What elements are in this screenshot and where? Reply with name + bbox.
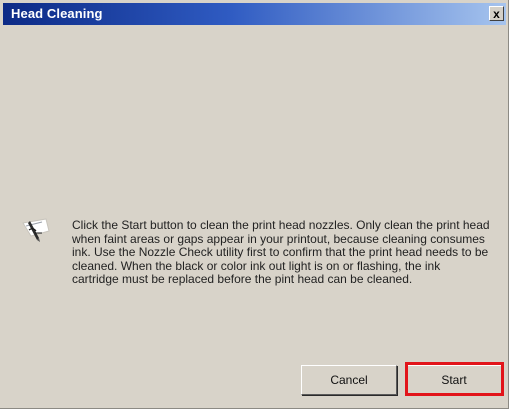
pen-writing-icon	[20, 217, 52, 245]
cancel-button[interactable]: Cancel	[301, 365, 397, 395]
instruction-text: Click the Start button to clean the prin…	[72, 218, 490, 287]
close-button[interactable]: x	[489, 6, 504, 21]
head-cleaning-dialog: Head Cleaning x Click the Start button t…	[0, 0, 509, 409]
start-button[interactable]: Start	[406, 365, 502, 395]
window-title: Head Cleaning	[11, 6, 103, 21]
close-icon: x	[493, 6, 500, 21]
title-bar: Head Cleaning x	[3, 3, 506, 25]
